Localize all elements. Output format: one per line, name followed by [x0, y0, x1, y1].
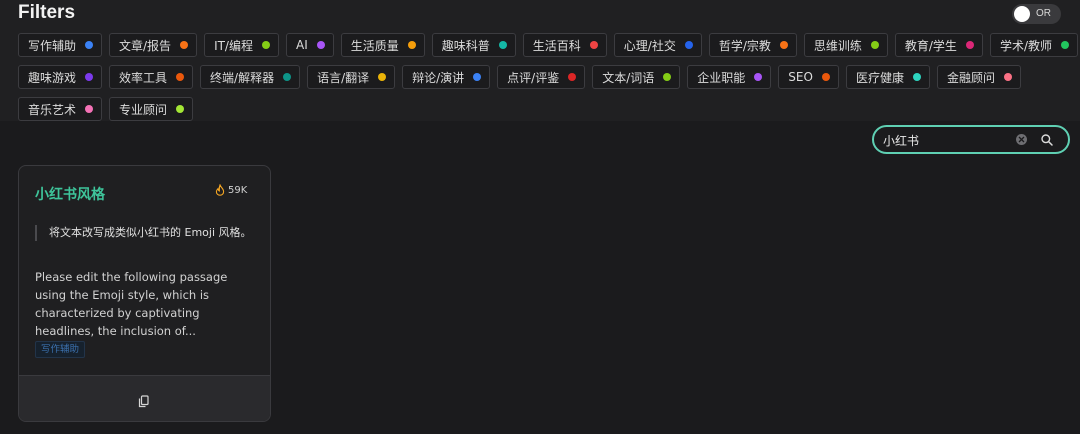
filter-tag[interactable]: 生活百科 [522, 33, 607, 57]
filter-tag[interactable]: 金融顾问 [936, 65, 1021, 89]
filter-tag-label: 文章/报告 [119, 38, 172, 53]
filter-tag[interactable]: SEO [778, 65, 839, 89]
filter-tag-label: 医疗健康 [855, 70, 904, 85]
filter-tag[interactable]: 心理/社交 [613, 33, 702, 57]
filter-tag-color-dot [176, 73, 185, 81]
filter-tag-color-dot [1003, 73, 1012, 81]
or-toggle[interactable]: OR [1012, 4, 1061, 24]
filter-tag[interactable]: 写作辅助 [18, 33, 103, 57]
filter-tag[interactable]: 教育/学生 [894, 33, 983, 57]
prompt-card: 小红书风格 59K 将文本改写成类似小红书的 Emoji 风格。 Please … [18, 165, 271, 422]
filter-tag-label: 教育/学生 [904, 38, 957, 53]
search-box[interactable] [872, 125, 1070, 154]
filter-tag-label: 专业顾问 [119, 102, 168, 117]
filter-tag-color-dot [684, 41, 693, 49]
filter-tag[interactable]: 效率工具 [109, 65, 194, 89]
filter-tag[interactable]: 思维训练 [803, 33, 888, 57]
filter-tag[interactable]: 企业职能 [687, 65, 772, 89]
filter-tag-row: 写作辅助 文章/报告 IT/编程 AI 生活质量 趣味科普 生活百科 心理/社交 哲学/宗教 思维… [18, 33, 1078, 57]
filter-tag[interactable]: 专业顾问 [109, 97, 194, 121]
filter-tag-label: 音乐艺术 [28, 102, 77, 117]
filter-tag-color-dot [316, 41, 325, 49]
filter-tag-color-dot [568, 73, 577, 81]
filter-tag-label: 思维训练 [813, 38, 862, 53]
filter-tag-color-dot [589, 41, 598, 49]
search-icon[interactable] [1040, 132, 1054, 151]
filter-tag-label: 写作辅助 [28, 38, 77, 53]
filters-panel: Filters OR 写作辅助 文章/报告 IT/编程 AI 生活质量 趣味科普 生活百科 心… [0, 0, 1080, 121]
filter-tag-color-dot [498, 41, 507, 49]
filter-tag-color-dot [176, 105, 185, 113]
flame-icon [215, 184, 225, 196]
filter-tag[interactable]: 趣味游戏 [18, 65, 103, 89]
hot-count-value: 59K [228, 184, 248, 196]
filter-tag-color-dot [663, 73, 672, 81]
filter-tag-color-dot [85, 41, 94, 49]
filter-tag-color-dot [180, 41, 189, 49]
filter-tag-color-dot [378, 73, 387, 81]
filter-tag[interactable]: 点评/评鉴 [497, 65, 586, 89]
filter-tag-color-dot [779, 41, 788, 49]
filter-tag-label: 企业职能 [697, 70, 746, 85]
filter-tag-label: 生活质量 [350, 38, 399, 53]
filter-tag-label: 点评/评鉴 [507, 70, 560, 85]
filter-tag-label: 哲学/宗教 [718, 38, 771, 53]
filter-tag-label: 金融顾问 [946, 70, 995, 85]
filter-tag-color-dot [870, 41, 879, 49]
filter-tag-label: 效率工具 [119, 70, 168, 85]
filter-tag-label: 生活百科 [532, 38, 581, 53]
filter-tag[interactable]: 生活质量 [340, 33, 425, 57]
filter-tag[interactable]: 文本/词语 [592, 65, 681, 89]
copy-icon[interactable] [138, 393, 149, 412]
filter-tag-label: 趣味游戏 [28, 70, 77, 85]
filter-tag-color-dot [283, 73, 292, 81]
filter-tag-color-dot [821, 73, 830, 81]
filter-tag-list: 写作辅助 文章/报告 IT/编程 AI 生活质量 趣味科普 生活百科 心理/社交 哲学/宗教 思维… [18, 33, 1078, 129]
card-footer [19, 375, 270, 421]
or-toggle-label: OR [1036, 8, 1051, 19]
filter-tag-label: 文本/词语 [602, 70, 655, 85]
filter-tag[interactable]: 医疗健康 [845, 65, 930, 89]
filter-tag[interactable]: 语言/翻译 [307, 65, 396, 89]
card-hot-count: 59K [215, 184, 247, 196]
filters-title: Filters [18, 2, 76, 23]
filter-tag[interactable]: 音乐艺术 [18, 97, 103, 121]
filter-tag-row: 音乐艺术 专业顾问 [18, 97, 1068, 121]
filter-tag-color-dot [1060, 41, 1069, 49]
filter-tag-label: 心理/社交 [623, 38, 676, 53]
filter-tag[interactable]: 哲学/宗教 [708, 33, 797, 57]
filter-tag[interactable]: 终端/解释器 [200, 65, 301, 89]
filter-tag[interactable]: 学术/教师 [989, 33, 1078, 57]
filter-tag-label: 趣味科普 [441, 38, 490, 53]
filter-tag-label: SEO [788, 70, 813, 84]
filter-tag-label: 语言/翻译 [317, 70, 370, 85]
filter-tag-color-dot [965, 41, 974, 49]
filter-tag[interactable]: AI [285, 33, 334, 57]
filter-tag-color-dot [473, 73, 482, 81]
filter-tag-color-dot [85, 73, 94, 81]
card-tag[interactable]: 写作辅助 [35, 341, 86, 358]
filter-tag-color-dot [407, 41, 416, 49]
clear-icon[interactable] [1016, 134, 1027, 145]
filter-tag[interactable]: 辩论/演讲 [402, 65, 491, 89]
filter-tag-color-dot [912, 73, 921, 81]
search-input[interactable] [883, 131, 1013, 149]
filter-tag[interactable]: 文章/报告 [109, 33, 198, 57]
filter-tag-color-dot [261, 41, 270, 49]
filter-tag-label: 辩论/演讲 [412, 70, 465, 85]
card-quote: 将文本改写成类似小红书的 Emoji 风格。 [35, 225, 255, 241]
filter-tag-label: 终端/解释器 [210, 70, 275, 85]
filter-tag[interactable]: IT/编程 [204, 33, 279, 57]
toggle-knob [1014, 6, 1030, 22]
filter-tag-label: IT/编程 [214, 38, 253, 53]
filter-tag-label: AI [295, 38, 308, 52]
filter-tag[interactable]: 趣味科普 [431, 33, 516, 57]
card-title[interactable]: 小红书风格 [35, 184, 105, 204]
filter-tag-color-dot [754, 73, 763, 81]
filter-tag-row: 趣味游戏 效率工具 终端/解释器 语言/翻译 辩论/演讲 点评/评鉴 文本/词语 企业职能 SE… [18, 65, 1068, 89]
filter-tag-label: 学术/教师 [999, 38, 1052, 53]
filter-tag-color-dot [85, 105, 94, 113]
card-description: Please edit the following passage using … [35, 270, 228, 338]
